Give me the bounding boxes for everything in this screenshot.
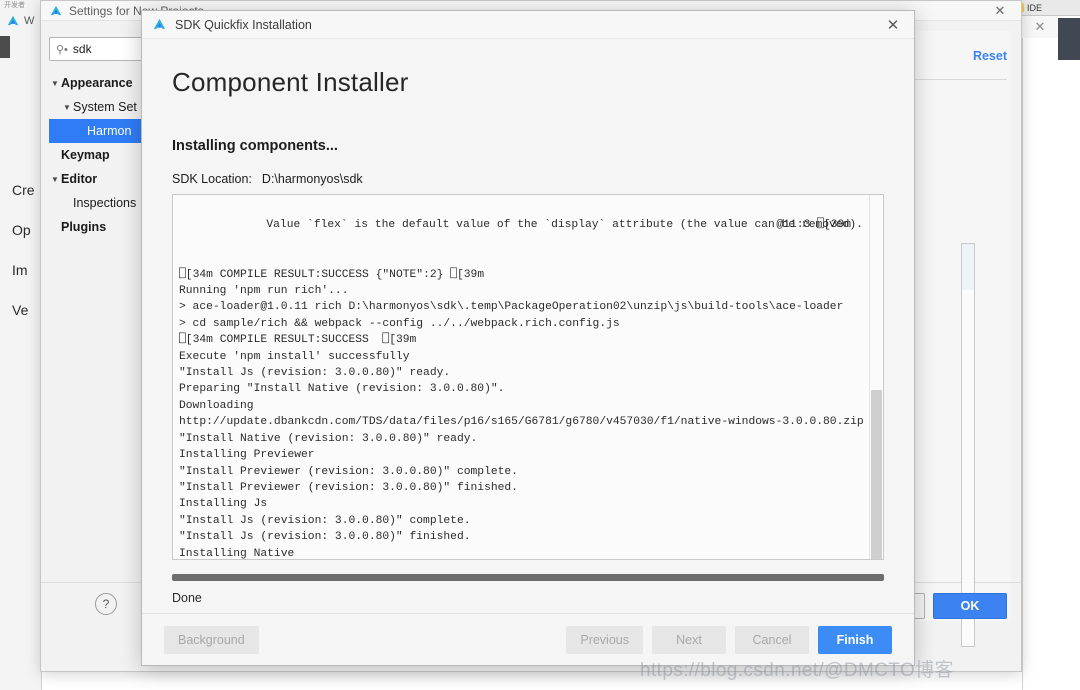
devEco-logo-icon [152,17,167,32]
log-scrollbar-thumb[interactable] [871,390,882,560]
sidebar-item-label: System Set [73,100,137,114]
page-title: Component Installer [172,67,884,98]
background-dark-panel [1058,18,1080,60]
log-line: ⎕[34m COMPILE RESULT:SUCCESS ⎕[39m [179,332,865,348]
sdk-location-value: D:\harmonyos\sdk [262,172,363,186]
log-line: > cd sample/rich && webpack --config ../… [179,316,865,332]
previous-button[interactable]: Previous [566,626,643,654]
sidebar-item-label: Plugins [61,220,106,234]
background-button[interactable]: Background [164,626,259,654]
devEco-logo-icon [6,14,20,28]
chevron-down-icon[interactable]: ▼ [49,79,61,88]
search-icon: ⚲• [56,43,68,56]
log-line: Downloading [179,398,865,414]
log-line-first-text: Value `flex` is the default value of the… [266,219,863,231]
installer-footer: Background Previous Next Cancel Finish [142,613,914,665]
search-input-value: sdk [73,42,92,56]
sidebar-item-label: Keymap [61,148,110,162]
log-line: Installing Native [179,546,865,559]
sdk-location-label: SDK Location: [172,172,252,186]
section-title: Installing components... [172,138,884,154]
log-scrollbar-track[interactable] [869,195,883,559]
sidebar-item-label: Appearance [61,76,133,90]
settings-sub-frame [961,243,975,647]
screen-root: ✕ IDE 开发者 W Cre Op Im Ve Settin [0,0,1080,690]
cancel-button[interactable]: Cancel [735,626,809,654]
log-line: "Install Previewer (revision: 3.0.0.80)"… [179,480,865,496]
welcome-title-fragment: 开发者 [4,0,42,10]
welcome-header-label: W [24,15,34,27]
component-installer-dialog: SDK Quickfix Installation ✕ Component In… [141,10,915,666]
log-line: Execute 'npm install' successfully [179,349,865,365]
log-line: "Install Js (revision: 3.0.0.80)" finish… [179,529,865,545]
welcome-selection-bar [0,36,10,58]
installer-window-title: SDK Quickfix Installation [175,18,312,32]
log-line: "Install Previewer (revision: 3.0.0.80)"… [179,464,865,480]
background-tab-label: IDE [1027,3,1042,13]
log-line: Installing Js [179,496,865,512]
log-line: "Install Native (revision: 3.0.0.80)" re… [179,431,865,447]
progress-bar-fill [172,574,884,581]
next-button[interactable]: Next [652,626,726,654]
installer-titlebar: SDK Quickfix Installation ✕ [142,11,914,39]
log-line-first: @11:3 ⎕[39mValue `flex` is the default v… [179,201,865,250]
log-line: Running 'npm run rich'... [179,283,865,299]
devEco-logo-icon [49,4,63,18]
log-line: "Install Js (revision: 3.0.0.80)" comple… [179,513,865,529]
status-text: Done [172,591,884,605]
log-line-spacer [179,250,865,266]
log-line: ⎕[34m COMPILE RESULT:SUCCESS {"NOTE":2} … [179,267,865,283]
welcome-header: W [6,14,42,28]
welcome-window: 开发者 W Cre Op Im Ve [0,0,42,690]
sidebar-item-label: Inspections [73,196,136,210]
log-line: > ace-loader@1.0.11 rich D:\harmonyos\sd… [179,299,865,315]
settings-sub-frame-highlight [962,244,974,290]
chevron-down-icon[interactable]: ▼ [49,175,61,184]
chevron-down-icon[interactable]: ▼ [61,103,73,112]
installer-close-icon[interactable]: ✕ [880,11,906,39]
background-right-panel [1022,16,1058,690]
sidebar-item-label: Harmon [87,124,131,138]
sidebar-item-label: Editor [61,172,97,186]
help-button[interactable]: ? [95,593,117,615]
installer-log-panel[interactable]: @11:3 ⎕[39mValue `flex` is the default v… [172,194,884,560]
log-line: Preparing "Install Native (revision: 3.0… [179,381,865,397]
background-close-icon[interactable]: ✕ [1022,16,1058,38]
ok-button[interactable]: OK [933,593,1007,619]
sdk-location-row: SDK Location: D:\harmonyos\sdk [172,172,884,186]
log-line: Installing Previewer [179,447,865,463]
finish-button[interactable]: Finish [818,626,892,654]
installer-footer-right: Previous Next Cancel Finish [566,626,892,654]
log-line: "Install Js (revision: 3.0.0.80)" ready. [179,365,865,381]
installer-content: Component Installer Installing component… [142,39,914,613]
progress-bar [172,574,884,581]
installer-log-lines: @11:3 ⎕[39mValue `flex` is the default v… [173,195,869,559]
settings-close-icon[interactable]: ✕ [989,1,1011,21]
log-line: http://update.dbankcdn.com/TDS/data/file… [179,414,865,430]
reset-link[interactable]: Reset [973,49,1007,63]
